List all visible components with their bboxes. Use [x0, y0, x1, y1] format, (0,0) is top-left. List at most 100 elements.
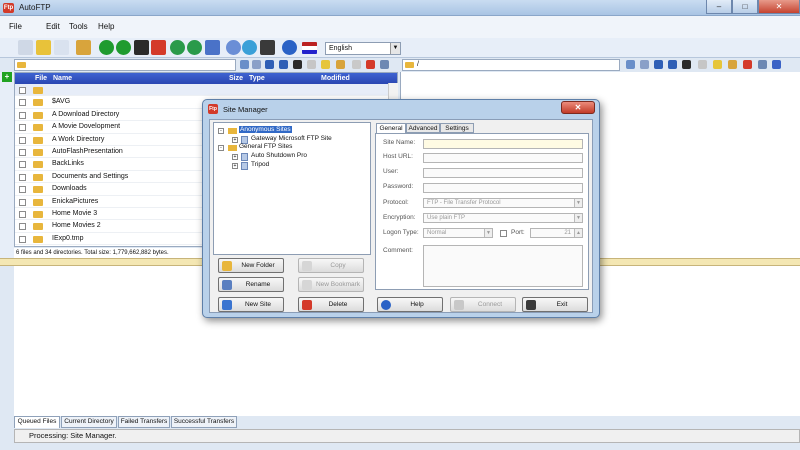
tab-settings[interactable]: Settings — [440, 123, 474, 133]
encryption-select[interactable]: Use plain FTP ▼ — [423, 213, 583, 223]
open-icon[interactable] — [380, 60, 389, 69]
delete-button[interactable]: Delete — [298, 297, 364, 312]
tree-tripod[interactable]: Tripod — [251, 161, 269, 168]
remote-open-icon[interactable] — [758, 60, 767, 69]
tab-queued-files[interactable]: Queued Files — [14, 416, 60, 428]
remote-info-icon[interactable] — [772, 60, 781, 69]
remote-path-bar[interactable]: / — [402, 59, 620, 71]
spinner-icon[interactable]: ▲ — [574, 229, 582, 237]
tree-gateway-site[interactable]: Gateway Microsoft FTP Site — [251, 135, 332, 142]
collapse-icon[interactable]: - — [218, 128, 224, 134]
row-checkbox[interactable] — [19, 161, 26, 169]
new-folder-icon[interactable] — [321, 60, 330, 69]
row-checkbox[interactable] — [19, 149, 26, 156]
row-checkbox[interactable] — [19, 198, 26, 206]
traffic-light-icon[interactable] — [134, 40, 149, 55]
protocol-select[interactable]: FTP - File Transfer Protocol ▼ — [423, 198, 583, 208]
filter-icon[interactable] — [293, 60, 302, 69]
row-checkbox[interactable] — [19, 87, 26, 94]
add-icon[interactable]: + — [2, 72, 12, 82]
file-row[interactable] — [15, 84, 397, 97]
connect-wizard-icon[interactable] — [18, 40, 33, 55]
stop-hand-icon[interactable] — [151, 40, 166, 55]
row-checkbox[interactable] — [19, 136, 26, 144]
row-checkbox[interactable] — [19, 235, 26, 243]
contact-card-icon[interactable] — [260, 40, 275, 55]
menu-help[interactable]: Help — [98, 22, 114, 31]
properties-icon[interactable] — [352, 60, 361, 69]
sync-local-icon[interactable] — [279, 60, 288, 69]
password-field[interactable] — [423, 183, 583, 193]
settings-gear-icon[interactable] — [226, 40, 241, 55]
port-field[interactable]: 21 ▲ — [530, 228, 583, 238]
remote-rename-icon[interactable] — [728, 60, 737, 69]
col-type[interactable]: Type — [249, 75, 265, 82]
collapse-icon[interactable]: - — [218, 145, 224, 151]
download-arrow-icon[interactable] — [99, 40, 114, 55]
rename-icon[interactable] — [336, 60, 345, 69]
up-folder-icon[interactable] — [252, 60, 261, 69]
language-select[interactable]: English ▼ — [325, 42, 401, 55]
globe-icon[interactable] — [242, 40, 257, 55]
dialog-close-button[interactable]: ✕ — [561, 101, 595, 114]
close-window-button[interactable]: ✕ — [758, 0, 800, 14]
refresh-local-icon[interactable] — [265, 60, 274, 69]
comment-field[interactable] — [423, 245, 583, 287]
magic-wand-icon[interactable] — [36, 40, 51, 55]
tab-successful-transfers[interactable]: Successful Transfers — [171, 416, 237, 428]
chevron-down-icon[interactable]: ▼ — [484, 229, 492, 237]
tab-advanced[interactable]: Advanced — [406, 123, 440, 133]
expand-icon[interactable]: + — [232, 137, 238, 143]
pencil-icon[interactable] — [76, 40, 91, 55]
us-flag-icon[interactable] — [302, 42, 317, 54]
rename-button[interactable]: Rename — [218, 277, 284, 292]
menu-tools[interactable]: Tools — [69, 22, 88, 31]
expand-icon[interactable]: + — [232, 163, 238, 169]
col-file[interactable]: File — [35, 75, 47, 82]
remote-refresh-icon[interactable] — [654, 60, 663, 69]
site-tree[interactable]: - Anonymous Sites + Gateway Microsoft FT… — [213, 122, 371, 255]
remote-go-icon[interactable] — [626, 60, 635, 69]
tree-anonymous-sites[interactable]: Anonymous Sites — [239, 126, 292, 133]
logon-type-select[interactable]: Normal ▼ — [423, 228, 493, 238]
upload-arrow-icon[interactable] — [116, 40, 131, 55]
tab-failed-transfers[interactable]: Failed Transfers — [118, 416, 170, 428]
chevron-down-icon[interactable]: ▼ — [574, 199, 582, 207]
col-name[interactable]: Name — [53, 75, 72, 82]
remote-list-view-icon[interactable] — [698, 60, 707, 69]
col-size[interactable]: Size — [229, 75, 243, 82]
new-bookmark-button[interactable]: New Bookmark — [298, 277, 364, 292]
row-checkbox[interactable] — [19, 111, 26, 119]
remote-new-folder-icon[interactable] — [713, 60, 722, 69]
sync-icon[interactable] — [170, 40, 185, 55]
user-field[interactable] — [423, 168, 583, 178]
remote-sync-icon[interactable] — [668, 60, 677, 69]
tree-auto-shutdown-pro[interactable]: Auto Shutdown Pro — [251, 152, 307, 159]
new-site-button[interactable]: New Site — [218, 297, 284, 312]
remote-up-folder-icon[interactable] — [640, 60, 649, 69]
row-checkbox[interactable] — [19, 99, 26, 107]
new-document-icon[interactable] — [54, 40, 69, 55]
new-folder-button[interactable]: New Folder — [218, 258, 284, 273]
delete-icon[interactable] — [366, 60, 375, 69]
menu-edit[interactable]: Edit — [46, 22, 60, 31]
menu-file[interactable]: File — [9, 22, 22, 31]
list-view-icon[interactable] — [307, 60, 316, 69]
remote-filter-icon[interactable] — [682, 60, 691, 69]
col-modified[interactable]: Modified — [321, 75, 350, 82]
refresh-icon[interactable] — [187, 40, 202, 55]
row-checkbox[interactable] — [19, 173, 26, 181]
grid-view-icon[interactable] — [205, 40, 220, 55]
go-icon[interactable] — [240, 60, 249, 69]
row-checkbox[interactable] — [19, 211, 26, 218]
row-checkbox[interactable] — [19, 186, 26, 194]
info-icon[interactable] — [282, 40, 297, 55]
row-checkbox[interactable] — [19, 223, 26, 231]
remote-delete-icon[interactable] — [743, 60, 752, 69]
tree-general-ftp-sites[interactable]: General FTP Sites — [239, 143, 292, 150]
local-path-bar[interactable] — [14, 59, 236, 71]
row-checkbox[interactable] — [19, 124, 26, 132]
tab-current-directory[interactable]: Current Directory — [61, 416, 117, 428]
expand-icon[interactable]: + — [232, 154, 238, 160]
maximize-button[interactable]: □ — [732, 0, 758, 14]
